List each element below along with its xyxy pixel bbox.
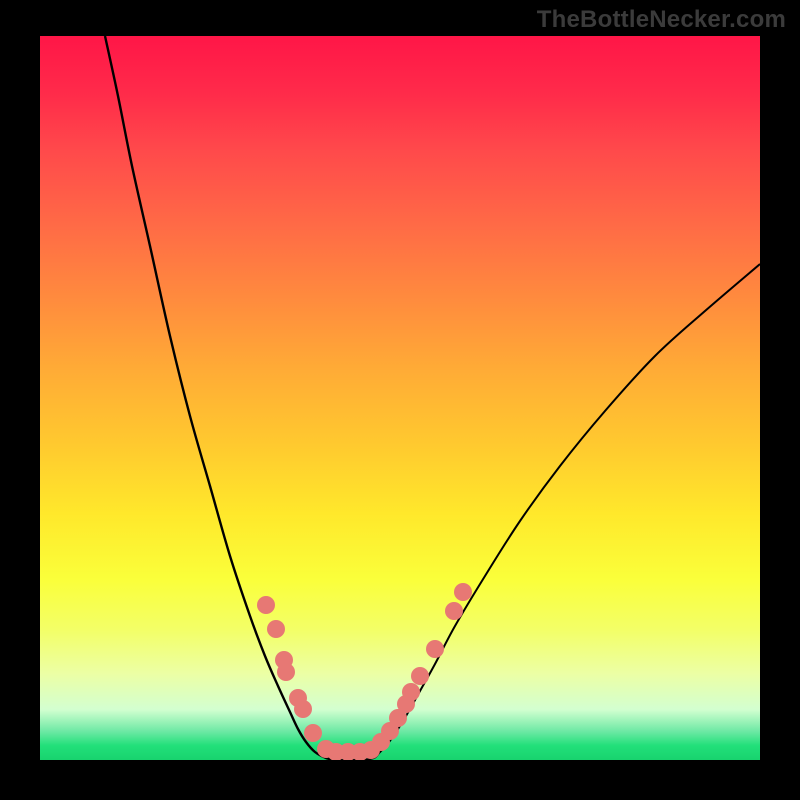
marker-dot bbox=[267, 620, 285, 638]
right-curve bbox=[336, 264, 760, 760]
marker-dot bbox=[411, 667, 429, 685]
marker-dot bbox=[257, 596, 275, 614]
marker-dot bbox=[454, 583, 472, 601]
marker-dot bbox=[294, 700, 312, 718]
watermark-text: TheBottleNecker.com bbox=[537, 6, 786, 34]
left-curve bbox=[105, 36, 336, 760]
marker-dot bbox=[402, 683, 420, 701]
marker-dot bbox=[304, 724, 322, 742]
chart-svg bbox=[40, 36, 760, 760]
highlight-dots bbox=[257, 583, 472, 760]
marker-dot bbox=[277, 663, 295, 681]
marker-dot bbox=[445, 602, 463, 620]
chart-frame: TheBottleNecker.com bbox=[0, 0, 800, 800]
plot-area bbox=[40, 36, 760, 760]
marker-dot bbox=[426, 640, 444, 658]
